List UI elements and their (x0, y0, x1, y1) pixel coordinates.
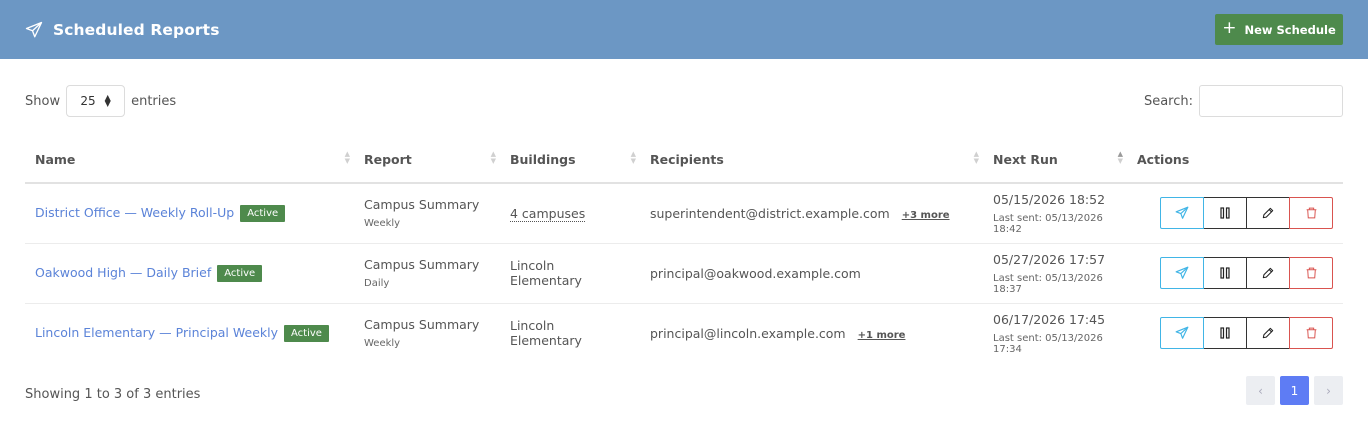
send-now-button[interactable] (1160, 197, 1204, 230)
recipient-email: principal@oakwood.example.com (650, 265, 861, 281)
entries-per-page-value: 25 (80, 94, 96, 108)
pause-button[interactable] (1203, 317, 1247, 350)
report-frequency: Weekly (364, 338, 401, 350)
paper-plane-icon (1175, 326, 1189, 340)
pencil-icon (1262, 208, 1274, 219)
buildings-tooltip-trigger[interactable]: 4 campuses (510, 205, 586, 222)
trash-icon (1306, 207, 1316, 219)
pause-icon (1220, 207, 1230, 219)
recipient-email: principal@lincoln.example.com (650, 325, 846, 341)
next-run-time: 06/17/2026 17:45 (993, 311, 1106, 327)
search-label: Search: (1143, 93, 1193, 109)
next-page-button[interactable]: › (1314, 376, 1343, 405)
page-1-button[interactable]: 1 (1280, 376, 1309, 405)
status-badge: Active (240, 204, 286, 222)
column-header-name[interactable]: Name ▲ ▼ (25, 136, 354, 184)
report-name: Campus Summary (364, 257, 480, 272)
column-header-report[interactable]: Report ▲ ▼ (354, 136, 500, 184)
row-actions (1137, 317, 1333, 350)
table-row: Lincoln Elementary — Principal Weekly Act… (25, 303, 1343, 363)
column-header-actions: Actions (1127, 136, 1343, 184)
paper-plane-icon (25, 21, 43, 39)
column-header-next-run[interactable]: Next Run ▲ ▼ (983, 136, 1127, 184)
next-run-time: 05/27/2026 17:57 (993, 251, 1106, 267)
table-row: District Office — Weekly Roll-Up Active C… (25, 183, 1343, 244)
trash-icon (1306, 327, 1316, 339)
column-header-recipients[interactable]: Recipients ▲ ▼ (640, 136, 983, 184)
page-title: Scheduled Reports (53, 20, 220, 39)
sort-icon: ▲ ▼ (630, 150, 636, 165)
sort-icon: ▲ ▼ (973, 150, 979, 165)
report-frequency: Weekly (364, 218, 401, 230)
next-run-time: 05/15/2026 18:52 (993, 191, 1106, 207)
previous-page-button[interactable]: ‹ (1246, 376, 1275, 405)
more-recipients-link[interactable]: +3 more (902, 210, 950, 221)
last-sent-time: Last sent: 05/13/2026 18:37 (993, 272, 1103, 295)
new-schedule-label: New Schedule (1244, 22, 1336, 37)
building-name: Lincoln Elementary (510, 318, 582, 349)
table-info: Showing 1 to 3 of 3 entries (25, 387, 201, 402)
entries-length-control: Show 25 ▲ ▼ entries (25, 85, 176, 117)
table-row: Oakwood High — Daily Brief Active Campus … (25, 243, 1343, 304)
send-now-button[interactable] (1160, 317, 1204, 350)
pagination: ‹ 1 › (1246, 376, 1343, 405)
recipient-email: superintendent@district.example.com (650, 205, 890, 221)
status-badge: Active (284, 324, 329, 342)
send-now-button[interactable] (1160, 257, 1204, 289)
plus-icon: + (1222, 18, 1237, 38)
entries-per-page-select[interactable]: 25 ▲ ▼ (66, 85, 126, 117)
building-name: Lincoln Elementary (510, 258, 582, 288)
delete-button[interactable] (1289, 197, 1333, 230)
sort-icon: ▲ ▼ (490, 150, 496, 165)
sort-icon: ▲ ▼ (344, 150, 350, 165)
report-name: Campus Summary (364, 197, 480, 213)
delete-button[interactable] (1289, 317, 1333, 350)
status-badge: Active (217, 264, 263, 282)
row-actions (1137, 257, 1333, 289)
paper-plane-icon (1175, 266, 1189, 279)
pause-icon (1220, 267, 1230, 279)
scheduled-reports-table: Name ▲ ▼ Report ▲ ▼ Buildings ▲ ▼ Recipients ▲ ▼… (25, 136, 1343, 363)
schedule-name-link[interactable]: Oakwood High — Daily Brief (35, 265, 211, 280)
edit-button[interactable] (1246, 257, 1290, 289)
edit-button[interactable] (1246, 197, 1290, 230)
pencil-icon (1262, 328, 1274, 339)
page-header: Scheduled Reports + New Schedule (0, 0, 1368, 59)
report-frequency: Daily (364, 278, 390, 289)
new-schedule-button[interactable]: + New Schedule (1215, 14, 1343, 45)
pause-button[interactable] (1203, 257, 1247, 289)
last-sent-time: Last sent: 05/13/2026 18:42 (993, 212, 1103, 235)
schedule-name-link[interactable]: District Office — Weekly Roll-Up (35, 205, 234, 220)
column-header-buildings[interactable]: Buildings ▲ ▼ (500, 136, 640, 184)
show-label: Show (25, 93, 61, 109)
pause-icon (1220, 327, 1230, 339)
trash-icon (1306, 267, 1316, 279)
pause-button[interactable] (1203, 197, 1247, 230)
sort-ascending-icon: ▲ ▼ (1117, 150, 1123, 165)
edit-button[interactable] (1246, 317, 1290, 350)
paper-plane-icon (1175, 206, 1189, 220)
last-sent-time: Last sent: 05/13/2026 17:34 (993, 332, 1103, 355)
entries-label: entries (131, 93, 177, 109)
search-control: Search: (1144, 85, 1343, 117)
more-recipients-link[interactable]: +1 more (858, 330, 906, 341)
report-name: Campus Summary (364, 317, 480, 333)
pencil-icon (1262, 267, 1274, 279)
schedule-name-link[interactable]: Lincoln Elementary — Principal Weekly (35, 325, 278, 340)
search-input[interactable] (1199, 85, 1343, 117)
delete-button[interactable] (1289, 257, 1333, 289)
select-arrows-icon: ▲ ▼ (104, 93, 111, 108)
row-actions (1137, 197, 1333, 230)
